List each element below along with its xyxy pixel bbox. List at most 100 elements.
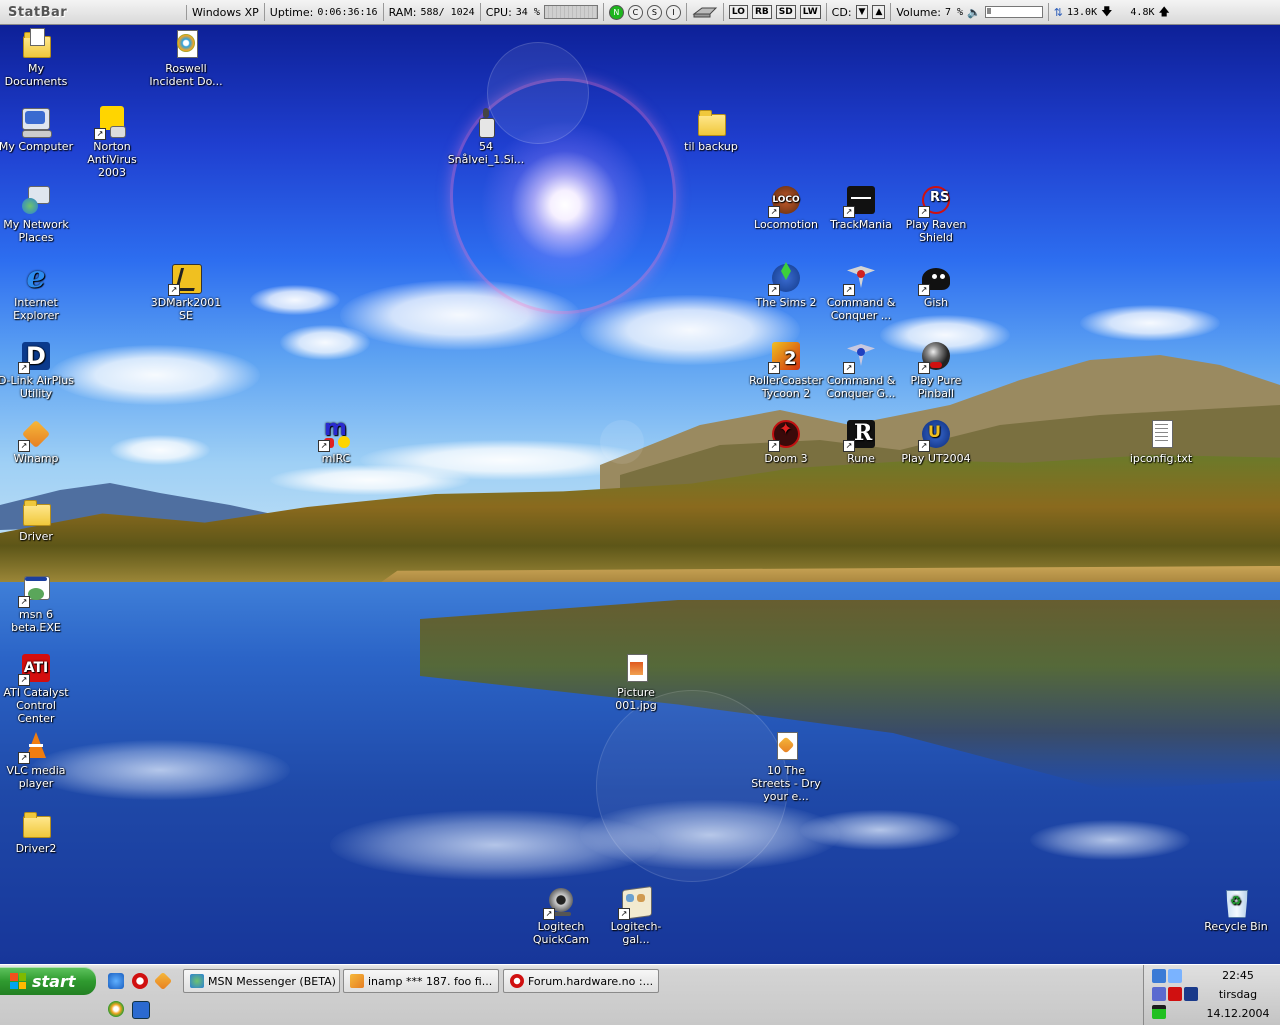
task-button-forum[interactable]: Forum.hardware.no :... <box>503 969 659 993</box>
desktop-icon-roswell[interactable]: Roswell Incident Do... <box>147 28 225 88</box>
icon-label: Command & Conquer G... <box>826 374 896 400</box>
msn-tray-icon[interactable] <box>1152 987 1166 1001</box>
windows-logo-icon <box>10 973 26 989</box>
media-file-icon <box>170 28 202 60</box>
media-player-icon[interactable] <box>108 1001 124 1017</box>
desktop-icon-logitech-gallery[interactable]: ↗ Logitech-gal... <box>597 885 675 946</box>
desktop-icon-rune[interactable]: R ↗ Rune <box>822 418 900 465</box>
lw-button[interactable]: LW <box>799 5 821 19</box>
desktop-icon-trackmania[interactable]: ↗ TrackMania <box>822 184 900 231</box>
task-button-msn[interactable]: MSN Messenger (BETA) <box>183 969 340 993</box>
c-button[interactable]: C <box>627 4 643 20</box>
cpu-meter-icon[interactable] <box>1152 1005 1166 1019</box>
desktop-icon-ut2004[interactable]: U ↗ Play UT2004 <box>897 418 975 465</box>
desktop-icon-command-conquer[interactable]: ↗ Command & Conquer ... <box>822 262 900 322</box>
security-icon[interactable] <box>1184 987 1198 1001</box>
desktop-icon-pinball[interactable]: ↗ Play Pure Pinball <box>897 340 975 400</box>
s-button[interactable]: S <box>646 4 662 20</box>
rb-button[interactable]: RB <box>751 5 772 19</box>
text-file-icon <box>1145 418 1177 450</box>
desktop-icon-raven-shield[interactable]: RS ↗ Play Raven Shield <box>897 184 975 244</box>
desktop-icon-command-conquer-generals[interactable]: ↗ Command & Conquer G... <box>822 340 900 400</box>
icon-label: 3DMark2001 SE <box>150 296 222 322</box>
icon-label: Picture 001.jpg <box>615 686 657 712</box>
internet-explorer-icon[interactable] <box>108 973 124 989</box>
exe-file-icon: ↗ <box>18 574 52 608</box>
desktop-icon-my-computer[interactable]: My Computer <box>0 106 75 153</box>
desktop-icon-the-streets[interactable]: 10 The Streets - Dry your e... <box>747 730 825 803</box>
desktop-icon-norton[interactable]: ↗ Norton AntiVirus 2003 <box>73 106 151 179</box>
icon-label: My Computer <box>0 140 74 153</box>
desktop-icon-doom3[interactable]: ✦ ↗ Doom 3 <box>747 418 825 465</box>
clock-time[interactable]: 22:45 <box>1203 969 1273 982</box>
cpu: CPU: 34 % <box>481 3 604 21</box>
opera-icon[interactable] <box>132 973 148 989</box>
outlook-icon[interactable] <box>132 1001 150 1019</box>
ram: RAM: 588/ 1024 <box>384 3 481 21</box>
wireless-icon[interactable] <box>1168 969 1182 983</box>
drive-icon[interactable] <box>687 3 724 21</box>
desktop-icon-dlink[interactable]: D ↗ D-Link AirPlus Utility <box>0 340 75 400</box>
winamp-icon[interactable] <box>153 971 173 991</box>
desktop-icon-ipconfig[interactable]: ipconfig.txt <box>1122 418 1200 465</box>
desktop-icon-54-snalvei[interactable]: 54 Snålvei_1.Si... <box>447 106 525 166</box>
desktop-icon-msn6[interactable]: ↗ msn 6 beta.EXE <box>0 574 75 634</box>
icon-label: The Sims 2 <box>755 296 817 309</box>
my-documents-icon <box>20 28 52 60</box>
cpu-graph <box>543 5 598 19</box>
net-up-value: 4.8K <box>1130 6 1155 18</box>
doom3-icon: ✦ ↗ <box>768 418 802 452</box>
desktop-icon-my-documents[interactable]: My Documents <box>0 28 75 88</box>
desktop-icon-locomotion[interactable]: LOCO ↗ Locomotion <box>747 184 825 231</box>
desktop-icon-til-backup[interactable]: til backup <box>672 106 750 153</box>
winamp-icon <box>350 974 364 988</box>
mirc-icon: m ↗ <box>318 416 352 452</box>
desktop-icon-internet-explorer[interactable]: e Internet Explorer <box>0 262 75 323</box>
opera-icon <box>510 974 524 988</box>
cd-eject-down-icon[interactable]: ▼ <box>855 5 869 19</box>
desktop-icon-driver2[interactable]: Driver2 <box>0 808 75 855</box>
desktop-icon-mirc[interactable]: m ↗ mIRC <box>297 416 375 465</box>
desktop-icon-rollercoaster[interactable]: 2 ↗ RollerCoaster Tycoon 2 <box>747 340 825 400</box>
arrow-up-icon: 🡅 <box>1158 4 1170 18</box>
start-label: start <box>32 971 76 991</box>
icon-label: 10 The Streets - Dry your e... <box>751 764 821 803</box>
desktop-icon-gish[interactable]: ↗ Gish <box>897 262 975 309</box>
n-button[interactable]: N <box>608 4 624 20</box>
cd-eject-up-icon[interactable]: ▲ <box>872 5 886 19</box>
sd-button[interactable]: SD <box>775 5 796 19</box>
i-button[interactable]: I <box>665 4 681 20</box>
desktop-icon-my-network-places[interactable]: My Network Places <box>0 184 75 244</box>
network-meter: ⇅ 13.0K 🡇 4.8K 🡅 <box>1049 3 1175 21</box>
system-tray: 22:45 tirsdag 14.12.2004 <box>1143 965 1280 1025</box>
msn-icon <box>190 974 204 988</box>
cpu-label: CPU: <box>485 5 512 19</box>
command-conquer-generals-icon: ↗ <box>843 340 877 374</box>
desktop-icon-ati[interactable]: ATI ↗ ATI Catalyst Control Center <box>0 652 75 725</box>
cpu-value: 34 % <box>515 6 540 18</box>
desktop-icon-3dmark[interactable]: ↗ 3DMark2001 SE <box>147 262 225 322</box>
icon-label: 54 Snålvei_1.Si... <box>447 140 525 166</box>
task-button-winamp[interactable]: inamp *** 187. foo fi... <box>343 969 499 993</box>
ati-tray-icon[interactable] <box>1168 987 1182 1001</box>
desktop-icon-logitech-quickcam[interactable]: ↗ Logitech QuickCam <box>522 886 600 946</box>
lo-button[interactable]: LO <box>728 5 748 19</box>
network-users-icon[interactable] <box>1152 969 1166 983</box>
desktop-icon-picture001[interactable]: Picture 001.jpg <box>597 652 675 712</box>
cloud <box>250 285 340 315</box>
statbar-brand: StatBar <box>0 4 187 20</box>
desktop-icon-vlc[interactable]: ↗ VLC media player <box>0 730 75 790</box>
icon-label: Driver2 <box>15 842 57 855</box>
desktop-icon-recycle-bin[interactable]: ♻ Recycle Bin <box>1197 886 1275 933</box>
command-conquer-icon: ↗ <box>843 262 877 296</box>
icon-label: Doom 3 <box>764 452 808 465</box>
task-label: inamp *** 187. foo fi... <box>368 974 493 988</box>
icon-label: My Documents <box>4 62 68 88</box>
speaker-icon[interactable]: 🔈 <box>967 6 981 19</box>
start-button[interactable]: start <box>0 967 96 995</box>
desktop-icon-sims2[interactable]: ↗ The Sims 2 <box>747 262 825 309</box>
desktop-icon-winamp[interactable]: ↗ Winamp <box>0 418 75 465</box>
desktop-icon-driver[interactable]: Driver <box>0 496 75 543</box>
volume-slider[interactable] <box>984 6 1043 18</box>
lens-flare <box>600 420 644 464</box>
